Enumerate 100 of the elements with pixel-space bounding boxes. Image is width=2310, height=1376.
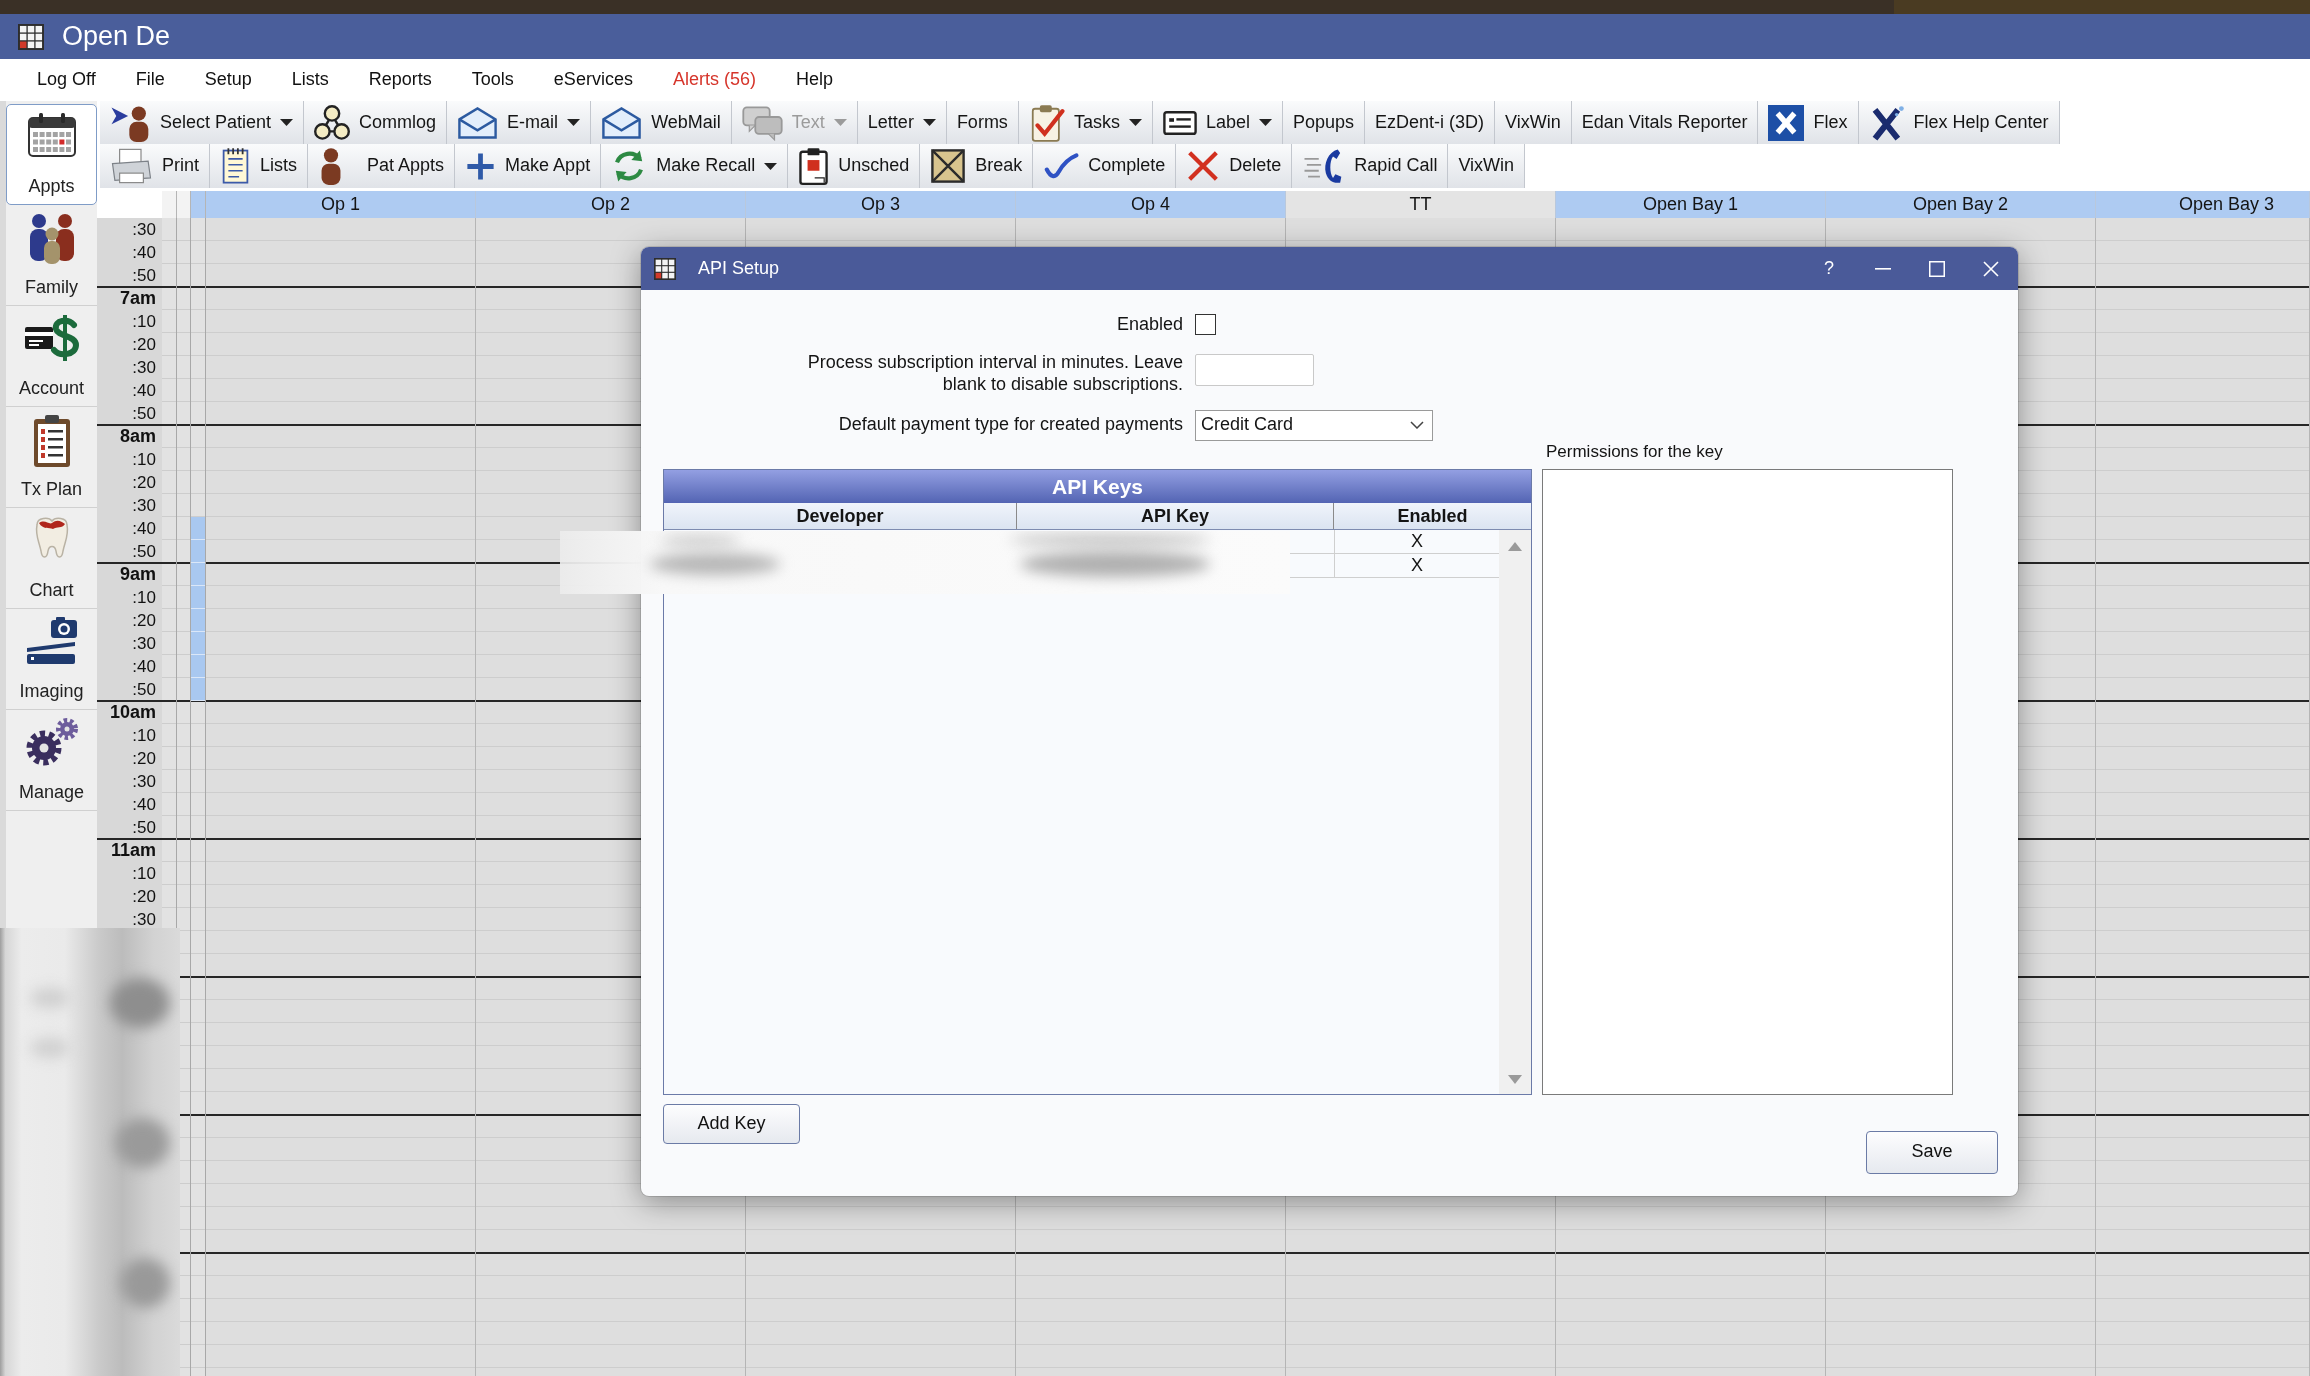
time-label: :10: [131, 311, 157, 333]
toolbar-button[interactable]: Break: [920, 144, 1034, 188]
scanner-camera-icon: [24, 616, 79, 666]
payment-type-select[interactable]: Credit Card: [1195, 409, 1433, 441]
time-label: :20: [131, 886, 157, 908]
time-label: :50: [131, 541, 157, 563]
gears-icon: [24, 717, 79, 767]
toolbar-button[interactable]: Unsched: [788, 144, 921, 188]
help-button[interactable]: ?: [1802, 247, 1856, 290]
scroll-up-icon: [1508, 541, 1522, 551]
time-label: :30: [131, 495, 157, 517]
toolbar-button[interactable]: Commlog: [304, 101, 448, 144]
module-button[interactable]: Tx Plan: [6, 407, 97, 508]
menu-item[interactable]: Lists: [271, 59, 349, 101]
toolbar-button[interactable]: Delete: [1176, 144, 1293, 188]
time-label: :50: [131, 817, 157, 839]
menu-item[interactable]: Tools: [451, 59, 534, 101]
toolbar-button[interactable]: Complete: [1033, 144, 1177, 188]
toolbar-button[interactable]: EzDent-i (3D): [1365, 101, 1496, 144]
menu-item[interactable]: Log Off: [17, 59, 116, 101]
module-button[interactable]: Account: [6, 306, 97, 407]
caret-icon: [1258, 119, 1272, 126]
menu-item[interactable]: eServices: [533, 59, 653, 101]
toolbar-button[interactable]: Print: [100, 144, 210, 188]
time-label: :10: [131, 725, 157, 747]
enabled-checkbox[interactable]: [1195, 314, 1216, 336]
save-button[interactable]: Save: [1866, 1130, 1998, 1174]
toolbar-button[interactable]: Label: [1152, 101, 1283, 144]
module-button[interactable]: Appts: [6, 104, 97, 205]
x-tile-icon: [1768, 104, 1805, 141]
time-label: :10: [131, 863, 157, 885]
grid-icon: [18, 23, 44, 50]
label-card-icon: [1162, 110, 1197, 135]
time-label: :20: [131, 748, 157, 770]
money-icon: [23, 313, 80, 363]
toolbar-button[interactable]: Make Appt: [455, 144, 602, 188]
toolbar-button[interactable]: Popups: [1282, 101, 1365, 144]
toolbar-button[interactable]: VixWin: [1495, 101, 1572, 144]
column-header: Enabled: [1396, 504, 1469, 528]
interval-input[interactable]: [1195, 353, 1314, 386]
printer-icon: [110, 147, 153, 185]
menu-item[interactable]: Setup: [184, 59, 272, 101]
column-header: Op 4: [1016, 191, 1286, 218]
dialog-title: API Setup: [698, 257, 780, 280]
time-label: :40: [131, 242, 157, 264]
time-label: :20: [131, 334, 157, 356]
permissions-list[interactable]: [1542, 468, 1953, 1095]
scroll-down-icon: [1508, 1074, 1522, 1084]
time-label: :40: [131, 794, 157, 816]
module-button[interactable]: Imaging: [6, 609, 97, 710]
module-button[interactable]: Manage: [6, 710, 97, 811]
field-label: Default payment type for created payments: [837, 414, 1183, 436]
add-key-button[interactable]: Add Key: [663, 1103, 800, 1144]
time-label: 10am: [108, 701, 157, 724]
maximize-icon: [1929, 260, 1945, 277]
toolbar-button[interactable]: Edan Vitals Reporter: [1571, 101, 1759, 144]
toolbar-button[interactable]: Select Patient: [100, 101, 305, 144]
scrollbar[interactable]: [1499, 529, 1531, 1094]
menu-item[interactable]: Help: [775, 59, 853, 101]
time-label: :30: [131, 357, 157, 379]
toolbar-button[interactable]: Rapid Call: [1292, 144, 1449, 188]
close-icon: [1983, 260, 1999, 277]
toolbar-button[interactable]: WebMail: [591, 101, 732, 144]
toolbar-button[interactable]: E-mail: [447, 101, 592, 144]
time-label: 7am: [118, 287, 157, 310]
calendar-icon: [26, 112, 77, 158]
toolbar-button[interactable]: Flex: [1758, 101, 1859, 144]
time-label: 9am: [118, 563, 157, 586]
field-label: Process subscription interval in minutes. Leave blank to disable subscriptions.: [806, 350, 1183, 395]
module-button[interactable]: Chart: [6, 508, 97, 609]
toolbar-button[interactable]: Pat Appts: [308, 144, 456, 188]
column-header: API Key: [1017, 502, 1334, 529]
cross-icon: [1186, 149, 1221, 183]
module-button[interactable]: Family: [6, 205, 97, 306]
time-label: :40: [131, 380, 157, 402]
toolbar-button[interactable]: Flex Help Center: [1858, 101, 2060, 144]
time-label: :30: [131, 219, 157, 241]
toolbar-button[interactable]: VixWin: [1448, 144, 1526, 188]
toolbar-button[interactable]: Letter: [857, 101, 947, 144]
column-header: Op 2: [476, 191, 746, 218]
time-label: :10: [131, 587, 157, 609]
menu-item[interactable]: File: [115, 59, 185, 101]
table-title: API Keys: [664, 469, 1531, 503]
time-label: :20: [131, 610, 157, 632]
time-label: 8am: [118, 425, 157, 448]
menu-item[interactable]: Reports: [348, 59, 452, 101]
caret-icon: [280, 119, 294, 126]
menu-item[interactable]: Alerts (56): [652, 59, 776, 101]
field-label: Enabled: [1115, 314, 1183, 336]
crossed-box-icon: [930, 148, 967, 184]
time-label: 11am: [109, 839, 157, 862]
toolbar-button[interactable]: Make Recall: [601, 144, 789, 188]
toolbar-button[interactable]: Lists: [210, 144, 309, 188]
toolbar-button[interactable]: Tasks: [1018, 101, 1153, 144]
window-title: Open De: [62, 20, 171, 53]
clipboard-list-icon: [31, 414, 72, 468]
linked-circles-icon: [314, 104, 351, 141]
toolbar-button[interactable]: Forms: [946, 101, 1019, 144]
caret-icon: [1128, 119, 1142, 126]
header-cell: [162, 191, 177, 218]
